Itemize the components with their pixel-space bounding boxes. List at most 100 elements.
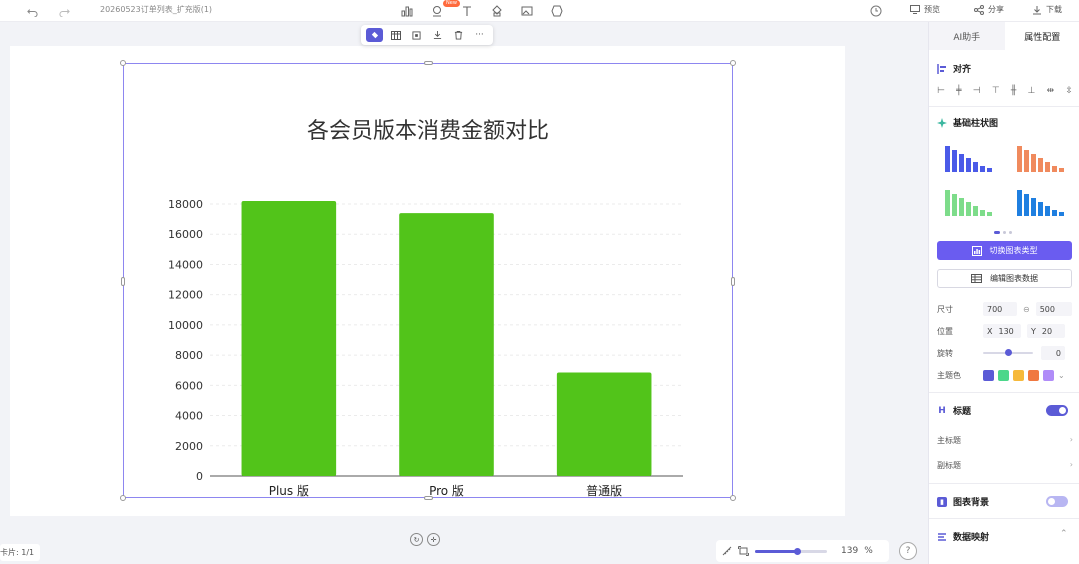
bar[interactable] (556, 372, 652, 476)
switch-chart-type-button[interactable]: 切换图表类型 (937, 241, 1072, 260)
align-middle-v-icon[interactable]: ╫ (1011, 86, 1016, 96)
rotate-slider-thumb[interactable] (1005, 349, 1012, 356)
ruler-icon[interactable] (722, 546, 732, 556)
theme-swatch[interactable] (1028, 369, 1039, 381)
background-toggle[interactable] (1046, 496, 1068, 507)
theme-swatch[interactable] (1013, 369, 1024, 381)
preview-button[interactable]: 预览 (910, 4, 940, 15)
distribute-h-icon[interactable]: ⇹ (1047, 86, 1055, 96)
chevron-right-icon[interactable]: › (1070, 460, 1073, 471)
table-view-icon[interactable] (387, 28, 404, 42)
crop-icon[interactable] (408, 28, 425, 42)
toggle-knob (1048, 498, 1055, 505)
carousel-dot[interactable] (1009, 231, 1012, 234)
help-button[interactable]: ? (899, 542, 917, 560)
chart-title: 各会员版本消费金额对比 (307, 119, 549, 144)
rotate-icon[interactable]: ↻ (410, 533, 423, 546)
delete-icon[interactable] (450, 28, 467, 42)
share-icon (974, 4, 984, 15)
style-thumb-green[interactable] (937, 184, 999, 220)
y-input[interactable]: Y 20 (1027, 324, 1065, 338)
ai-edit-icon[interactable] (366, 28, 383, 42)
canvas-controls: ↻ ✛ (410, 533, 440, 546)
download-chart-icon[interactable] (429, 28, 446, 42)
shape-tool-icon[interactable] (489, 3, 505, 19)
bar[interactable] (241, 200, 337, 476)
align-top-icon[interactable]: ⊤ (992, 86, 1000, 96)
text-tool-icon[interactable] (459, 3, 475, 19)
carousel-dot[interactable] (1003, 231, 1006, 234)
zoom-slider-thumb[interactable] (793, 547, 801, 555)
chevron-down-icon[interactable]: ⌄ (1058, 371, 1065, 380)
x-label: X (987, 326, 993, 336)
lock-ratio-icon[interactable]: ⊖ (1023, 305, 1030, 314)
undo-icon[interactable] (24, 3, 40, 19)
bar-chart[interactable]: 各会员版本消费金额对比 0 2000 4000 6000 8000 10000 12000 1… (123, 63, 733, 498)
move-icon[interactable]: ✛ (427, 533, 440, 546)
zoom-slider-fill (755, 549, 797, 553)
edit-chart-data-button[interactable]: 编辑图表数据 (937, 269, 1072, 288)
fit-screen-icon[interactable] (738, 546, 749, 556)
align-right-icon[interactable]: ⊣ (973, 86, 981, 96)
clock-icon[interactable] (868, 3, 884, 19)
redo-icon[interactable] (56, 3, 72, 19)
y-tick-label: 16000 (168, 228, 203, 241)
height-input[interactable]: 500 (1035, 302, 1072, 316)
align-left-icon[interactable]: ⊢ (937, 86, 945, 96)
rotate-row: 旋转 0 (937, 345, 1077, 361)
style-thumb-orange[interactable] (1009, 140, 1071, 176)
title-toggle[interactable] (1046, 405, 1068, 416)
top-bar: 20260523订单列表_扩充版(1) New 预览 分享 下载 (0, 0, 1079, 22)
distribute-v-icon[interactable]: ⇳ (1065, 86, 1073, 96)
x-value: 130 (998, 326, 1014, 336)
y-tick-label: 4000 (175, 410, 203, 423)
carousel-dot[interactable] (994, 231, 1000, 234)
size-row: 尺寸 700 ⊖ 500 (937, 301, 1077, 317)
position-label: 位置 (937, 326, 953, 336)
y-value: 20 (1041, 326, 1053, 336)
page-indicator[interactable]: 卡片: 1/1 (0, 544, 41, 561)
background-section-label: 图表背景 (953, 498, 990, 508)
theme-swatch[interactable] (1043, 369, 1054, 381)
chart-type-icon (937, 117, 947, 128)
rotate-slider[interactable] (983, 349, 1033, 356)
zoom-value[interactable]: 139 (841, 546, 858, 556)
chart-type-section-title: 基础柱状图 (937, 116, 998, 129)
size-label: 尺寸 (937, 304, 953, 314)
y-tick-label: 14000 (168, 258, 203, 271)
divider (929, 106, 1079, 107)
style-thumb-azure[interactable] (1009, 184, 1071, 220)
theme-color-row: 主题色 ⌄ (937, 367, 1077, 383)
download-button[interactable]: 下载 (1032, 4, 1062, 15)
share-button[interactable]: 分享 (974, 4, 1004, 15)
tab-ai-assistant[interactable]: AI助手 (929, 22, 1005, 50)
more-icon[interactable]: ··· (471, 28, 488, 42)
tab-properties[interactable]: 属性配置 (1004, 22, 1079, 50)
style-thumb-blue[interactable] (937, 140, 999, 176)
x-input[interactable]: X 130 (983, 324, 1021, 338)
y-tick-label: 18000 (168, 198, 203, 211)
data-mapping-icon (938, 532, 946, 541)
bar[interactable] (399, 213, 494, 477)
theme-swatch[interactable] (998, 369, 1009, 381)
y-label: Y (1031, 326, 1036, 336)
zoom-slider[interactable] (755, 547, 827, 555)
chevron-right-icon[interactable]: › (1070, 435, 1073, 446)
rotate-input[interactable]: 0 (1041, 346, 1065, 360)
chart-style-thumbnails (937, 140, 1073, 222)
chart-insert-icon[interactable] (399, 3, 415, 19)
divider (929, 392, 1079, 393)
document-title[interactable]: 20260523订单列表_扩充版(1) (100, 4, 212, 15)
y-tick-label: 8000 (175, 349, 203, 362)
width-input[interactable]: 700 (983, 302, 1017, 316)
align-center-h-icon[interactable]: ╪ (956, 86, 961, 96)
image-tool-icon[interactable] (519, 3, 535, 19)
chevron-up-icon[interactable]: ⌃ (1060, 529, 1068, 539)
chart-type-label: 基础柱状图 (953, 119, 999, 129)
component-tool-icon[interactable] (549, 3, 565, 19)
theme-swatch[interactable] (983, 369, 994, 381)
title-section-label: 标题 (953, 407, 972, 417)
align-bottom-icon[interactable]: ⊥ (1028, 86, 1036, 96)
main-title-row[interactable]: 主标题 › (937, 435, 1073, 446)
sub-title-row[interactable]: 副标题 › (937, 460, 1073, 471)
